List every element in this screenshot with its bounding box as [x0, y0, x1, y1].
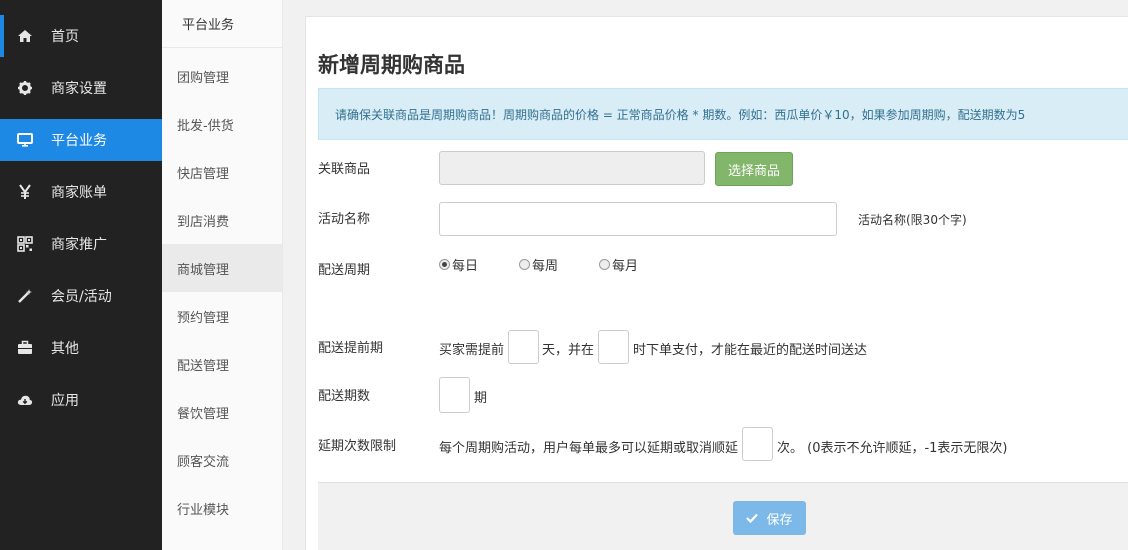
sidebar-item-quick-store[interactable]: 快店管理 — [162, 148, 282, 196]
nav-item-label: 应用 — [51, 393, 79, 409]
nav-item-label: 商家账单 — [51, 185, 107, 201]
sidebar-item-wholesale[interactable]: 批发-供货 — [162, 100, 282, 148]
sidebar-item-mall[interactable]: 商城管理 — [162, 244, 282, 292]
cycle-option-daily[interactable]: 每日 — [439, 255, 478, 274]
radio-button[interactable] — [519, 259, 530, 270]
notice-alert: 请确保关联商品是周期购商品！周期购商品的价格 = 正常商品价格 * 期数。例如：… — [318, 88, 1128, 140]
nav-item-label: 其他 — [51, 341, 79, 357]
monitor-icon — [17, 132, 33, 148]
sidebar-item-customer-chat[interactable]: 顾客交流 — [162, 436, 282, 484]
linked-product-field — [439, 151, 705, 185]
activity-name-hint: 活动名称(限30个字) — [858, 213, 967, 227]
home-icon — [17, 28, 33, 44]
periods-input[interactable] — [439, 377, 470, 413]
yen-icon — [17, 184, 33, 200]
nav-item-apps[interactable]: 应用 — [0, 379, 162, 421]
cloud-download-icon — [17, 392, 33, 408]
gear-icon — [17, 80, 33, 96]
magic-wand-icon — [17, 288, 33, 304]
cycle-option-weekly[interactable]: 每周 — [519, 255, 558, 274]
sidebar-item-delivery[interactable]: 配送管理 — [162, 340, 282, 388]
lead-time-label: 配送提前期 — [318, 341, 384, 356]
nav-item-merchant-bill[interactable]: 商家账单 — [0, 171, 162, 213]
periods-suffix: 期 — [474, 391, 488, 406]
lead-time-suffix: 时下单支付，才能在最近的配送时间送达 — [633, 343, 868, 358]
briefcase-icon — [17, 340, 33, 356]
sidebar-item-in-store[interactable]: 到店消费 — [162, 196, 282, 244]
cycle-option-monthly[interactable]: 每月 — [599, 255, 638, 274]
delay-count-input[interactable] — [742, 427, 773, 461]
lead-time-mid: 天，并在 — [542, 343, 595, 358]
lead-days-input[interactable] — [508, 330, 539, 364]
nav-item-label: 平台业务 — [51, 133, 107, 149]
primary-sidebar: 首页 商家设置 平台业务 商家账单 商家推广 会员/活动 其他 应用 — [0, 0, 162, 550]
delay-suffix: 次。 (0表示不允许顺延，-1表示无限次) — [777, 441, 1008, 456]
qrcode-icon — [17, 236, 33, 252]
activity-name-label: 活动名称 — [318, 212, 371, 227]
nav-item-member-activity[interactable]: 会员/活动 — [0, 275, 162, 317]
nav-item-label: 会员/活动 — [51, 289, 112, 305]
secondary-sidebar: 平台业务 团购管理 批发-供货 快店管理 到店消费 商城管理 预约管理 配送管理… — [162, 0, 283, 550]
nav-item-home[interactable]: 首页 — [0, 15, 162, 57]
nav-item-label: 首页 — [51, 29, 79, 45]
sidebar-item-reservation[interactable]: 预约管理 — [162, 292, 282, 340]
radio-button[interactable] — [439, 259, 450, 270]
lead-time-prefix: 买家需提前 — [439, 343, 505, 358]
cycle-option-label: 每月 — [612, 259, 639, 274]
secondary-sidebar-header: 平台业务 — [162, 0, 282, 48]
sidebar-item-catering[interactable]: 餐饮管理 — [162, 388, 282, 436]
radio-button[interactable] — [599, 259, 610, 270]
periods-label: 配送期数 — [318, 389, 371, 404]
linked-product-label: 关联商品 — [318, 162, 371, 177]
select-product-button[interactable]: 选择商品 — [715, 152, 793, 186]
delay-prefix: 每个周期购活动，用户每单最多可以延期或取消顺延 — [439, 441, 739, 456]
nav-item-label: 商家推广 — [51, 237, 107, 253]
save-label: 保存 — [766, 512, 793, 528]
main-panel: 新增周期购商品 请确保关联商品是周期购商品！周期购商品的价格 = 正常商品价格 … — [305, 16, 1128, 550]
check-icon — [746, 513, 759, 524]
save-button[interactable]: 保存 — [733, 501, 806, 535]
activity-name-input[interactable] — [439, 202, 837, 236]
page-title: 新增周期购商品 — [318, 53, 465, 77]
sidebar-item-group-buy[interactable]: 团购管理 — [162, 52, 282, 100]
nav-item-platform-business[interactable]: 平台业务 — [0, 119, 162, 161]
delay-limit-label: 延期次数限制 — [318, 439, 397, 454]
cycle-option-label: 每周 — [532, 259, 559, 274]
form-footer — [318, 482, 1128, 550]
lead-hour-input[interactable] — [598, 330, 629, 364]
sidebar-item-industry[interactable]: 行业模块 — [162, 484, 282, 532]
nav-item-merchant-settings[interactable]: 商家设置 — [0, 67, 162, 109]
nav-item-label: 商家设置 — [51, 81, 107, 97]
nav-item-other[interactable]: 其他 — [0, 327, 162, 369]
nav-item-merchant-promotion[interactable]: 商家推广 — [0, 223, 162, 265]
delivery-cycle-label: 配送周期 — [318, 263, 371, 278]
cycle-option-label: 每日 — [452, 259, 479, 274]
